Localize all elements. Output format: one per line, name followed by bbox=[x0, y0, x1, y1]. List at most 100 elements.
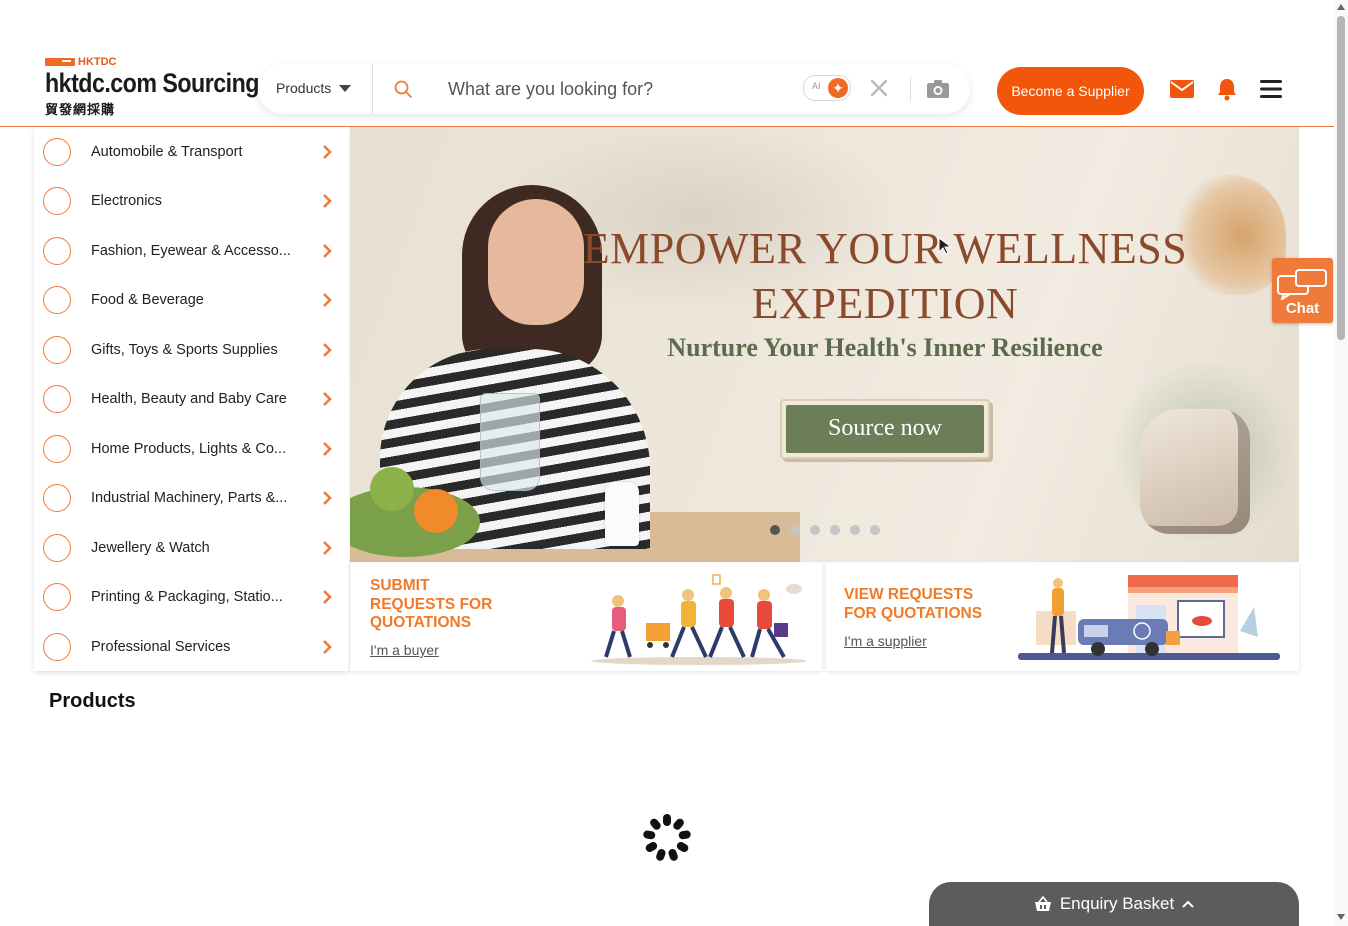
chevron-right-icon bbox=[323, 491, 332, 506]
become-supplier-button[interactable]: Become a Supplier bbox=[997, 67, 1144, 115]
chevron-right-icon bbox=[323, 144, 332, 159]
carousel-dot[interactable] bbox=[790, 525, 800, 535]
category-icon bbox=[43, 583, 71, 612]
source-now-button[interactable]: Source now bbox=[780, 399, 990, 459]
category-icon bbox=[43, 335, 71, 364]
carousel-dot[interactable] bbox=[850, 525, 860, 535]
category-item[interactable]: Gifts, Toys & Sports Supplies bbox=[34, 325, 349, 375]
search-bar: Products AI ✦ bbox=[258, 64, 970, 114]
category-icon bbox=[43, 286, 71, 315]
chevron-right-icon bbox=[323, 590, 332, 605]
category-icon bbox=[43, 533, 71, 562]
chat-label: Chat bbox=[1285, 300, 1320, 317]
category-icon bbox=[43, 187, 71, 216]
category-item[interactable]: Fashion, Eyewear & Accesso... bbox=[34, 226, 349, 276]
search-category-label: Products bbox=[276, 80, 332, 96]
basket-icon bbox=[1034, 896, 1051, 911]
carousel-dot[interactable] bbox=[830, 525, 840, 535]
divider bbox=[910, 77, 911, 101]
ai-sparkle-icon: ✦ bbox=[828, 78, 848, 98]
chevron-right-icon bbox=[323, 243, 332, 258]
chevron-right-icon bbox=[323, 342, 332, 357]
chevron-right-icon bbox=[323, 194, 332, 209]
category-item[interactable]: Health, Beauty and Baby Care bbox=[34, 375, 349, 425]
mail-icon[interactable] bbox=[1170, 80, 1194, 98]
category-label: Home Products, Lights & Co... bbox=[91, 440, 287, 457]
category-icon bbox=[43, 632, 71, 661]
submit-rfq-card[interactable]: SUBMIT REQUESTS FOR QUOTATIONS I'm a buy… bbox=[350, 563, 822, 671]
search-icon[interactable] bbox=[394, 80, 412, 98]
category-icon bbox=[43, 484, 71, 513]
category-label: Fashion, Eyewear & Accesso... bbox=[91, 242, 291, 259]
hktdc-brand: HKTDC bbox=[45, 56, 255, 68]
banner-headline: EMPOWER YOUR WELLNESS EXPEDITION bbox=[582, 224, 1188, 328]
category-label: Electronics bbox=[91, 193, 162, 210]
chevron-right-icon bbox=[323, 392, 332, 407]
chat-bubbles-icon bbox=[1277, 269, 1327, 300]
camera-icon[interactable] bbox=[926, 79, 950, 99]
ai-toggle-label: AI bbox=[812, 81, 821, 91]
category-item[interactable]: Printing & Packaging, Statio... bbox=[34, 573, 349, 623]
category-item[interactable]: Home Products, Lights & Co... bbox=[34, 424, 349, 474]
caret-down-icon bbox=[339, 84, 352, 92]
hktdc-logo[interactable]: HKTDC hktdc.com Sourcing 貿發網採購 bbox=[45, 56, 259, 118]
mouse-cursor-icon bbox=[938, 237, 953, 255]
site-header: HKTDC hktdc.com Sourcing 貿發網採購 Products … bbox=[0, 0, 1334, 127]
scroll-up-arrow-icon[interactable] bbox=[1337, 4, 1345, 10]
category-label: Automobile & Transport bbox=[91, 143, 243, 160]
search-input[interactable] bbox=[446, 75, 790, 103]
category-icon bbox=[43, 236, 71, 265]
chevron-up-icon bbox=[1182, 900, 1194, 908]
orange-image bbox=[414, 489, 458, 533]
page-scrollbar[interactable] bbox=[1334, 0, 1348, 926]
logo-title: hktdc.com Sourcing bbox=[45, 68, 259, 98]
ai-search-toggle[interactable]: AI ✦ bbox=[803, 75, 851, 101]
search-category-select[interactable]: Products bbox=[276, 80, 352, 96]
category-label: Industrial Machinery, Parts &... bbox=[91, 490, 288, 507]
scroll-down-arrow-icon[interactable] bbox=[1337, 914, 1345, 920]
carousel-dot[interactable] bbox=[870, 525, 880, 535]
chevron-right-icon bbox=[323, 540, 332, 555]
hktdc-brand-text: HKTDC bbox=[78, 56, 117, 68]
enquiry-basket-label: Enquiry Basket bbox=[1059, 894, 1175, 913]
scrollbar-thumb[interactable] bbox=[1337, 16, 1345, 340]
enquiry-basket-bar[interactable]: Enquiry Basket bbox=[929, 882, 1299, 926]
im-a-supplier-link[interactable]: I'm a supplier bbox=[844, 633, 927, 649]
bell-icon[interactable] bbox=[1215, 77, 1239, 101]
carousel-dot[interactable] bbox=[770, 525, 780, 535]
category-item[interactable]: Professional Services bbox=[34, 622, 349, 672]
category-icon bbox=[43, 434, 71, 463]
category-item[interactable]: Food & Beverage bbox=[34, 276, 349, 326]
category-label: Printing & Packaging, Statio... bbox=[91, 589, 283, 606]
supplement-bottle-image bbox=[605, 482, 639, 546]
category-label: Food & Beverage bbox=[91, 292, 204, 309]
category-label: Health, Beauty and Baby Care bbox=[91, 391, 287, 408]
source-now-label: Source now bbox=[786, 405, 984, 453]
chat-button[interactable]: Chat bbox=[1272, 258, 1333, 323]
category-label: Gifts, Toys & Sports Supplies bbox=[91, 341, 278, 358]
category-label: Jewellery & Watch bbox=[91, 539, 210, 556]
hero-banner[interactable]: EMPOWER YOUR WELLNESS EXPEDITION Nurture… bbox=[350, 127, 1299, 562]
category-item[interactable]: Automobile & Transport bbox=[34, 127, 349, 177]
carousel-dot[interactable] bbox=[810, 525, 820, 535]
logo-subtitle-cn: 貿發網採購 bbox=[45, 102, 116, 117]
category-sidebar: Automobile & Transport Electronics Fashi… bbox=[34, 127, 349, 671]
category-item[interactable]: Jewellery & Watch bbox=[34, 523, 349, 573]
apple-image bbox=[370, 467, 414, 511]
massage-chair-image bbox=[1140, 409, 1250, 534]
im-a-buyer-link[interactable]: I'm a buyer bbox=[370, 642, 439, 658]
category-item[interactable]: Industrial Machinery, Parts &... bbox=[34, 474, 349, 524]
supplier-shop-illustration bbox=[1018, 575, 1280, 660]
submit-rfq-title: SUBMIT REQUESTS FOR QUOTATIONS bbox=[370, 577, 493, 631]
view-rfq-title: VIEW REQUESTS FOR QUOTATIONS bbox=[844, 586, 983, 622]
shoppers-illustration bbox=[591, 574, 807, 665]
chevron-right-icon bbox=[323, 441, 332, 456]
view-rfq-card[interactable]: VIEW REQUESTS FOR QUOTATIONS I'm a suppl… bbox=[826, 563, 1299, 671]
water-glass-image bbox=[480, 393, 540, 491]
category-icon bbox=[43, 385, 71, 414]
carousel-dots bbox=[770, 525, 880, 535]
hamburger-menu-icon[interactable] bbox=[1260, 79, 1282, 99]
category-item[interactable]: Electronics bbox=[34, 177, 349, 227]
category-icon bbox=[43, 137, 71, 166]
close-icon[interactable] bbox=[868, 77, 890, 99]
